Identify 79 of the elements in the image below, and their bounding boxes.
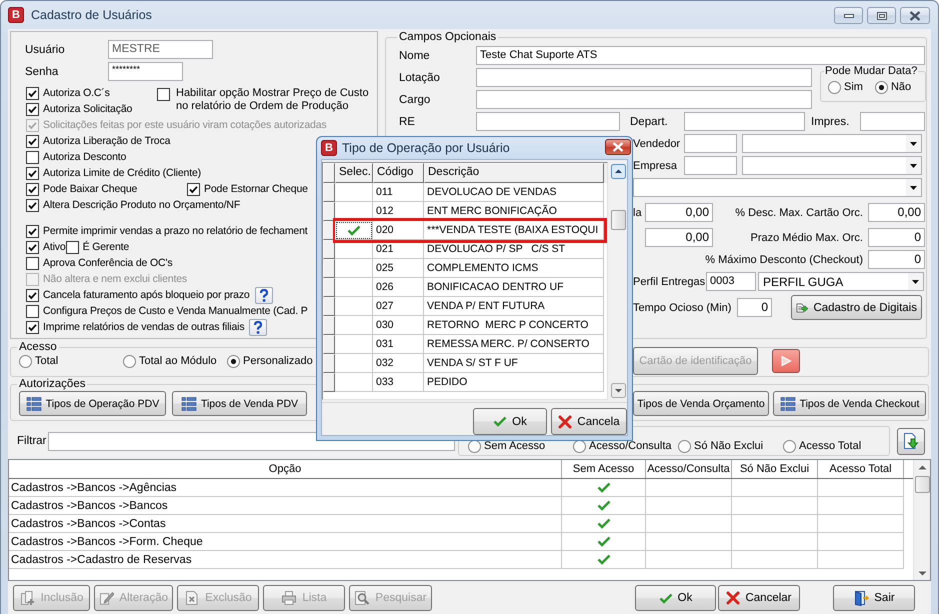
table-cell: 025 bbox=[373, 259, 424, 278]
checkbox-label: Pode Estornar Cheque bbox=[204, 183, 308, 195]
radio-label: Sem Acesso bbox=[484, 440, 546, 452]
checkbox-label: Autoriza Solicitação bbox=[43, 103, 132, 115]
radio-label: Não bbox=[890, 81, 912, 93]
field-label: Impres. bbox=[810, 116, 850, 128]
radio-label: Sim bbox=[844, 81, 863, 93]
checkbox-label: Não altera e nem exclui clientes bbox=[43, 273, 188, 285]
radio-label: Acesso/Consulta bbox=[589, 440, 672, 452]
table-cell: 027 bbox=[373, 297, 424, 316]
field-label: Usuário bbox=[25, 44, 66, 56]
table-cell: 012 bbox=[373, 202, 424, 221]
table-cell: ENT MERC BONIFICAÇÃO bbox=[424, 202, 604, 221]
table-cell: DEVOLUCAO DE VENDAS bbox=[424, 183, 604, 202]
field-label: la bbox=[633, 206, 643, 218]
table-cell: DEVOLUCAO P/ SP C/S ST bbox=[424, 240, 604, 259]
table-cell: 021 bbox=[373, 240, 424, 259]
field-label: Depart. bbox=[629, 116, 669, 128]
checkbox-label: Pode Baixar Cheque bbox=[43, 183, 138, 195]
table-cell: PEDIDO bbox=[424, 373, 604, 392]
checkbox-label: Permite imprimir vendas a prazo no relatório de fechament bbox=[43, 225, 308, 237]
table-cell: Cadastros ->Bancos ->Bancos bbox=[9, 497, 562, 515]
field-label: Vendedor bbox=[633, 138, 682, 150]
checkbox-label: Configura Preços de Custo e Venda Manualmente (Cad. P bbox=[43, 305, 308, 317]
table-cell: ***VENDA TESTE (BAIXA ESTOQUI bbox=[424, 221, 604, 240]
table-cell: VENDA P/ ENT FUTURA bbox=[424, 297, 604, 316]
app-logo: B bbox=[8, 7, 24, 23]
radio-label: Total bbox=[35, 355, 58, 367]
radio-label: Total ao Módulo bbox=[139, 355, 217, 367]
table-cell: Cadastros ->Bancos ->Form. Cheque bbox=[9, 533, 562, 551]
checkbox-label: Autoriza Liberação de Troca bbox=[43, 135, 170, 147]
table-cell: Cadastros ->Bancos ->Agências bbox=[9, 479, 562, 497]
radio-label: Personalizado bbox=[243, 355, 313, 367]
group-title: Acesso bbox=[18, 341, 58, 353]
table-cell: Cadastros ->Bancos ->Contas bbox=[9, 515, 562, 533]
field-label: % Desc. Max. Cartão Orc. bbox=[734, 206, 864, 218]
checkbox-label: Imprime relatórios de vendas de outras filiais bbox=[43, 321, 244, 333]
checkbox-label: Aprova Conferência de OC's bbox=[43, 257, 172, 269]
radio-label: Acesso Total bbox=[799, 440, 862, 452]
group-title: Campos Opcionais bbox=[398, 31, 498, 43]
table-cell: COMPLEMENTO ICMS bbox=[424, 259, 604, 278]
app-logo: B bbox=[321, 140, 337, 156]
field-label: Prazo Médio Max. Orc. bbox=[750, 232, 864, 244]
table-cell: 030 bbox=[373, 316, 424, 335]
table-cell: BONIFICACAO DENTRO UF bbox=[424, 278, 604, 297]
field-label: Perfil Entregas bbox=[633, 276, 706, 288]
field-label: Senha bbox=[25, 66, 60, 78]
group-title: Pode Mudar Data? bbox=[824, 65, 918, 77]
window-title: Cadastro de Usuários bbox=[31, 8, 152, 22]
table-cell: 031 bbox=[373, 335, 424, 354]
field-label: Filtrar bbox=[17, 435, 48, 447]
table-cell: REMESSA MERC. P/ CONSERTO bbox=[424, 335, 604, 354]
field-label: Cargo bbox=[399, 94, 432, 106]
checkbox-label: Autoriza Desconto bbox=[43, 151, 126, 163]
checkbox-label: Autoriza O.C´s bbox=[43, 87, 110, 99]
table-cell: 033 bbox=[373, 373, 424, 392]
radio-label: Só Não Exclui bbox=[694, 440, 764, 452]
dialog-title: Tipo de Operação por Usuário bbox=[342, 141, 510, 155]
checkbox-label: Solicitações feitas por este usuário viram cotações autorizadas bbox=[43, 119, 327, 131]
checkbox-label: Ativo bbox=[43, 241, 66, 253]
field-label: RE bbox=[399, 116, 416, 128]
field-label: Lotação bbox=[399, 72, 441, 84]
table-cell: 011 bbox=[373, 183, 424, 202]
table-cell: 020 bbox=[373, 221, 424, 240]
table-cell: RETORNO MERC P CONCERTO bbox=[424, 316, 604, 335]
group-title: Autorizações bbox=[18, 378, 86, 390]
field-label: Tempo Ocioso (Min) bbox=[633, 302, 732, 314]
table-cell: 026 bbox=[373, 278, 424, 297]
checkbox-label: Altera Descrição Produto no Orçamento/NF bbox=[43, 199, 240, 211]
field-label: % Máximo Desconto (Checkout) bbox=[704, 254, 864, 266]
checkbox-label: Habilitar opção Mostrar Preço de Custo no relatório de Ordem de Produção bbox=[176, 87, 370, 113]
checkbox-label: Autoriza Limite de Crédito (Cliente) bbox=[43, 167, 202, 179]
checkbox-label: Cancela faturamento após bloqueio por prazo bbox=[43, 289, 250, 301]
field-label: Nome bbox=[399, 50, 431, 62]
checkbox-label: É Gerente bbox=[82, 241, 130, 253]
table-cell: Cadastros ->Cadastro de Reservas bbox=[9, 551, 562, 569]
field-label: Empresa bbox=[633, 160, 678, 172]
table-cell: VENDA S/ ST F UF bbox=[424, 354, 604, 373]
table-cell: 032 bbox=[373, 354, 424, 373]
